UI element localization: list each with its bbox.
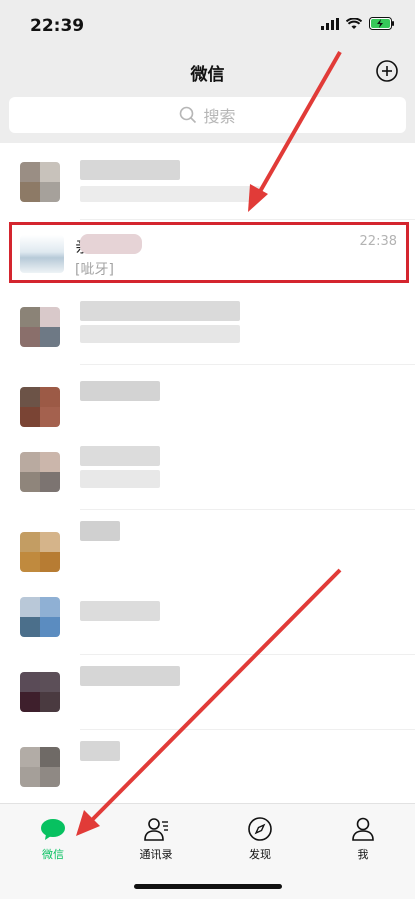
- chat-icon: [41, 819, 65, 840]
- home-indicator: [134, 884, 282, 889]
- chat-row[interactable]: [0, 518, 415, 590]
- tab-label: 微信: [42, 848, 64, 861]
- blurred-message: [80, 470, 160, 488]
- signal-icon: [321, 17, 339, 30]
- blurred-name: [80, 301, 240, 321]
- chat-row[interactable]: [0, 733, 415, 803]
- chat-row[interactable]: [0, 438, 415, 510]
- nav-header: 微信: [0, 50, 415, 94]
- avatar: [20, 672, 60, 712]
- blurred-name: [80, 521, 120, 541]
- search-icon: [180, 106, 197, 124]
- chat-row[interactable]: [0, 373, 415, 445]
- status-time: 22:39: [30, 16, 85, 36]
- tab-label: 发现: [249, 848, 271, 861]
- blurred-message: [80, 325, 240, 343]
- avatar: [20, 452, 60, 492]
- blurred-name: [80, 160, 180, 180]
- tab-discover[interactable]: 发现: [230, 816, 290, 862]
- avatar: [20, 307, 60, 347]
- blurred-name: [80, 446, 160, 466]
- tab-label: 通讯录: [139, 848, 173, 861]
- avatar: [20, 162, 60, 202]
- tab-contacts[interactable]: 通讯录: [126, 816, 186, 862]
- add-circle-icon[interactable]: [375, 59, 399, 83]
- blurred-message: [80, 186, 260, 202]
- blurred-name: [80, 741, 120, 761]
- status-bar: 22:39: [0, 0, 415, 50]
- chat-row[interactable]: [0, 583, 415, 655]
- blurred-name: [80, 601, 160, 621]
- tab-chats[interactable]: 微信: [23, 816, 83, 862]
- blurred-name: [80, 666, 180, 686]
- battery-charging-icon: [369, 17, 394, 30]
- chat-row[interactable]: [0, 148, 415, 220]
- avatar: [20, 747, 60, 787]
- blurred-name: [80, 381, 160, 401]
- chat-row[interactable]: [0, 293, 415, 365]
- chat-row[interactable]: [0, 658, 415, 730]
- highlight-box: [9, 222, 409, 283]
- avatar: [20, 532, 60, 572]
- avatar: [20, 597, 60, 637]
- search-placeholder: 搜索: [203, 107, 236, 126]
- wechat-screen: 22:39 微信 搜索 [呲牙] 22:38 微信 通讯录 发现 我: [0, 0, 415, 899]
- page-title: 微信: [190, 65, 225, 85]
- tab-me[interactable]: 我: [333, 816, 393, 862]
- contacts-icon: [144, 818, 168, 841]
- wifi-icon: [346, 17, 362, 29]
- avatar: [20, 387, 60, 427]
- search-bar[interactable]: 搜索: [9, 97, 406, 133]
- compass-icon: [248, 817, 272, 841]
- status-icons: [321, 17, 395, 30]
- tab-label: 我: [357, 848, 369, 861]
- person-icon: [352, 817, 374, 841]
